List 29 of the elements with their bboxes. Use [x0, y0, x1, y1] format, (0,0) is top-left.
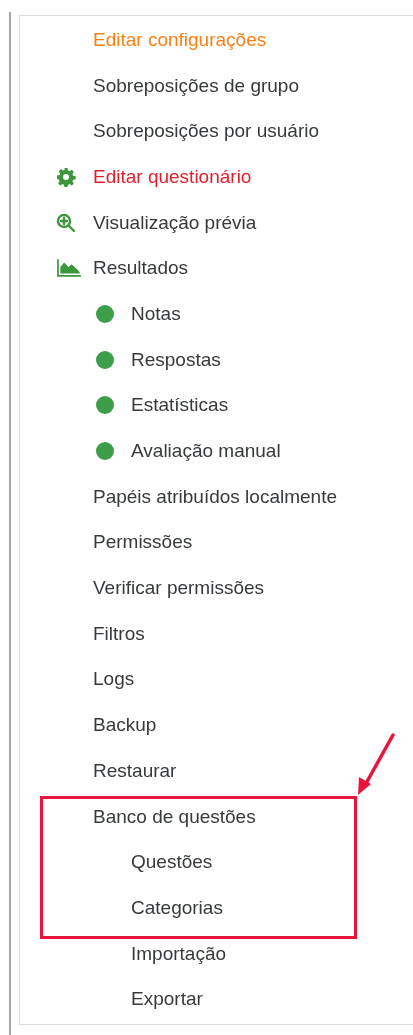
menu-item[interactable]: Papéis atribuídos localmente: [93, 485, 337, 508]
menu-item[interactable]: Backup: [93, 714, 157, 737]
menu-item[interactable]: Logs: [93, 668, 135, 691]
menu-item[interactable]: Editar questionário: [93, 165, 252, 188]
menu-item[interactable]: Sobreposições por usuário: [93, 120, 320, 143]
menu-item[interactable]: Estatísticas: [131, 394, 229, 417]
menu-item[interactable]: Categorias: [131, 896, 223, 919]
area-chart-icon: [56, 258, 82, 279]
menu-item[interactable]: Avaliação manual: [131, 440, 281, 463]
menu-item[interactable]: Questões: [131, 851, 213, 874]
menu-item[interactable]: Banco de questões: [93, 805, 256, 828]
menu-item[interactable]: Restaurar: [93, 759, 177, 782]
menu-item[interactable]: Exportar: [131, 988, 203, 1011]
menu-item[interactable]: Permissões: [93, 531, 193, 554]
status-dot-icon: [96, 396, 114, 415]
pointer-arrow: [356, 732, 396, 797]
menu-item[interactable]: Verificar permissões: [93, 577, 265, 600]
menu-item[interactable]: Visualização prévia: [93, 211, 257, 234]
status-dot-icon: [96, 442, 114, 461]
menu-item[interactable]: Importação: [131, 942, 227, 965]
menu-item[interactable]: Sobreposições de grupo: [93, 74, 299, 97]
zoom-in-icon: [56, 212, 76, 233]
gear-icon: [56, 166, 76, 187]
status-dot-icon: [96, 304, 114, 323]
status-dot-icon: [96, 350, 114, 369]
menu-item[interactable]: Notas: [131, 302, 181, 325]
menu-item[interactable]: Filtros: [93, 622, 145, 645]
menu-item[interactable]: Resultados: [93, 257, 189, 280]
menu-item[interactable]: Respostas: [131, 348, 221, 371]
